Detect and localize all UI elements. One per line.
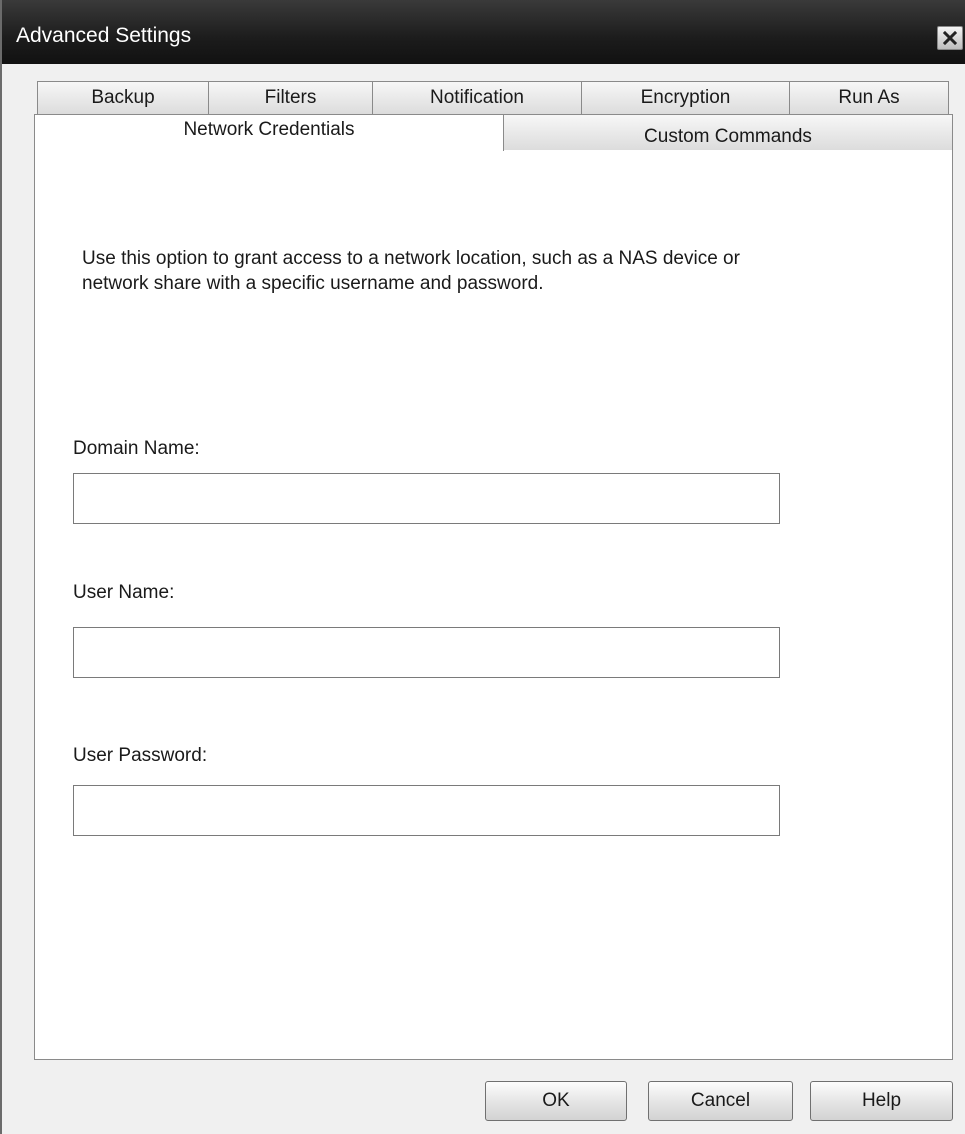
ok-button[interactable]: OK: [485, 1081, 627, 1121]
user-password-label: User Password:: [73, 745, 208, 766]
user-password-input[interactable]: [73, 785, 780, 836]
network-credentials-panel: Use this option to grant access to a net…: [34, 150, 953, 1060]
cancel-button[interactable]: Cancel: [648, 1081, 793, 1121]
domain-name-input[interactable]: [73, 473, 780, 524]
tab-encryption[interactable]: Encryption: [581, 81, 790, 114]
window-title: Advanced Settings: [16, 24, 192, 47]
help-button[interactable]: Help: [810, 1081, 953, 1121]
tab-backup[interactable]: Backup: [37, 81, 209, 114]
close-button[interactable]: [937, 26, 963, 50]
tab-filters[interactable]: Filters: [208, 81, 373, 114]
description-text: Use this option to grant access to a net…: [82, 248, 740, 294]
tab-custom-commands[interactable]: Custom Commands: [503, 114, 953, 151]
tab-run-as[interactable]: Run As: [789, 81, 949, 114]
user-name-label: User Name:: [73, 582, 175, 603]
user-name-input[interactable]: [73, 627, 780, 678]
close-icon: [943, 31, 957, 45]
tab-network-credentials[interactable]: Network Credentials: [34, 114, 504, 151]
domain-name-label: Domain Name:: [73, 438, 200, 459]
advanced-settings-dialog: Advanced Settings Backup Filters Notific…: [0, 0, 965, 1134]
tab-notification[interactable]: Notification: [372, 81, 582, 114]
title-bar[interactable]: Advanced Settings: [2, 0, 965, 64]
